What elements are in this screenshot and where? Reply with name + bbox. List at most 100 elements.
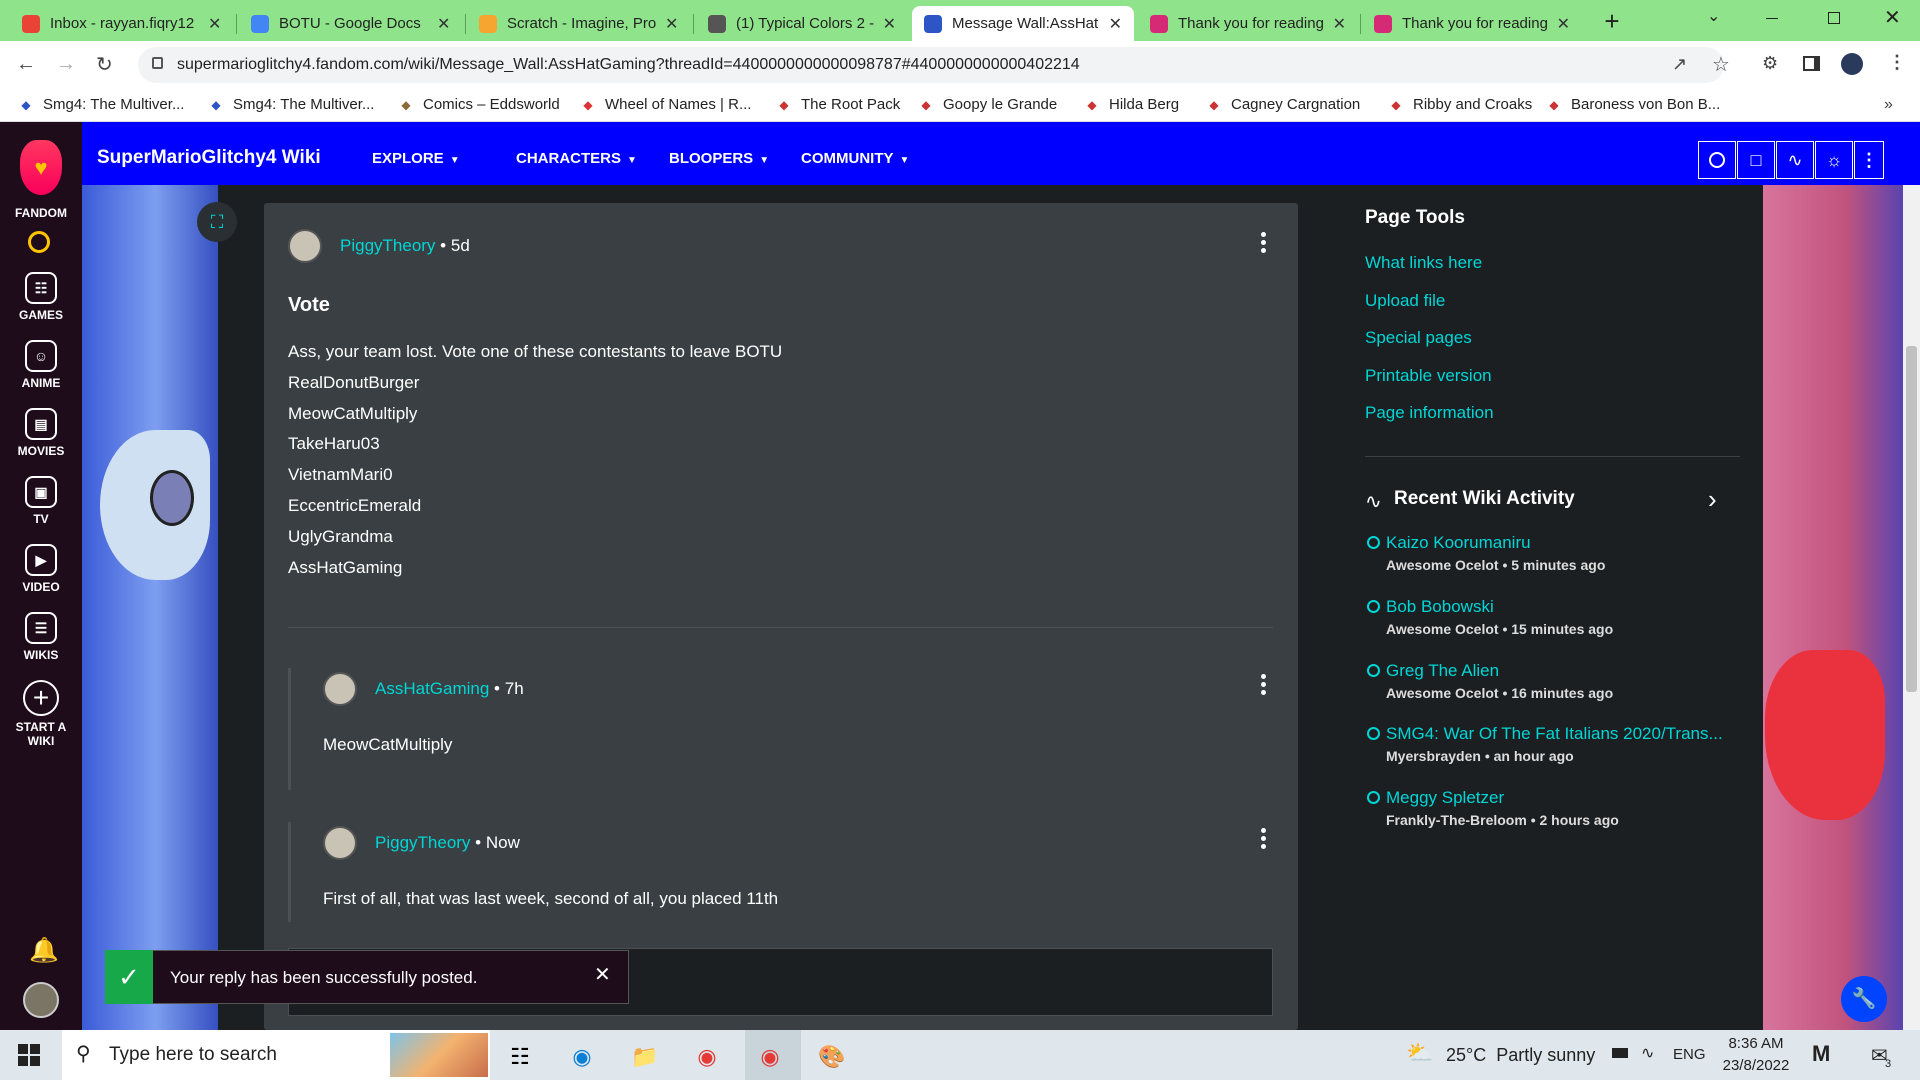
meet-now-icon[interactable]: M <box>1812 1041 1830 1067</box>
wiki-search-icon[interactable] <box>1698 141 1736 179</box>
rail-item-movies[interactable]: ▤ MOVIES <box>0 408 82 458</box>
expand-content-icon[interactable]: ⛶ <box>197 202 237 242</box>
close-window-button[interactable]: ✕ <box>1884 5 1901 30</box>
maximize-button[interactable] <box>1828 12 1840 24</box>
paint-icon[interactable]: 🎨 <box>815 1040 849 1074</box>
bookmark-star-icon[interactable]: ☆ <box>1712 52 1730 77</box>
file-explorer-icon[interactable]: 📁 <box>628 1040 662 1074</box>
fandom-logo-icon[interactable]: ♥ <box>20 140 62 195</box>
taskbar-search-placeholder[interactable]: Type here to search <box>109 1044 277 1066</box>
side-panel-icon[interactable] <box>1803 56 1820 71</box>
reply-author-link[interactable]: AssHatGaming <box>375 679 489 698</box>
task-view-icon[interactable]: ☷ <box>503 1040 537 1074</box>
start-wiki-label-line2[interactable]: WIKI <box>0 734 82 748</box>
reply-author-avatar[interactable] <box>323 672 357 706</box>
weather-text[interactable]: 25°C Partly sunny <box>1446 1045 1595 1066</box>
browser-tab[interactable]: (1) Typical Colors 2 - F ✕ <box>696 6 908 41</box>
scrollbar-thumb[interactable] <box>1906 346 1917 692</box>
page-tool-link[interactable]: Special pages <box>1365 328 1472 348</box>
profile-avatar[interactable] <box>1841 53 1863 75</box>
rail-item-video[interactable]: ▶ VIDEO <box>0 544 82 594</box>
clock-time[interactable]: 8:36 AM <box>1726 1035 1786 1052</box>
windows-start-icon[interactable] <box>18 1044 40 1066</box>
weather-icon[interactable]: ⛅ <box>1406 1040 1433 1066</box>
notifications-bell-icon[interactable]: 🔔 <box>29 936 59 965</box>
reload-icon[interactable]: ↻ <box>96 52 113 77</box>
url-text[interactable]: supermarioglitchy4.fandom.com/wiki/Messa… <box>177 56 1080 74</box>
wiki-more-icon[interactable]: ⋮ <box>1854 141 1884 179</box>
wiki-nav-community[interactable]: COMMUNITY ▼ <box>801 150 909 167</box>
page-tool-link[interactable]: Page information <box>1365 403 1494 423</box>
activity-page-link[interactable]: Greg The Alien <box>1365 661 1735 681</box>
wiki-name[interactable]: SuperMarioGlitchy4 Wiki <box>97 147 321 169</box>
page-tool-link[interactable]: Upload file <box>1365 291 1445 311</box>
tab-close-icon[interactable]: ✕ <box>1109 14 1122 34</box>
toast-close-icon[interactable]: ✕ <box>594 962 611 987</box>
bookmark-item[interactable]: ◆ The Root Pack <box>776 96 900 113</box>
bookmark-item[interactable]: ◆ Smg4: The Multiver... <box>208 96 374 113</box>
browser-tab[interactable]: Scratch - Imagine, Pro ✕ <box>467 6 691 41</box>
chrome-icon[interactable]: ◉ <box>690 1040 724 1074</box>
bookmark-item[interactable]: ◆ Cagney Cargnation <box>1206 96 1360 113</box>
start-wiki-label-line1[interactable]: START A <box>0 720 82 734</box>
page-tool-link[interactable]: What links here <box>1365 253 1482 273</box>
tab-close-icon[interactable]: ✕ <box>883 14 896 34</box>
tab-search-chevron-icon[interactable]: ⌄ <box>1707 6 1720 26</box>
bookmark-item[interactable]: ◆ Hilda Berg <box>1084 96 1179 113</box>
reply-author-link[interactable]: PiggyTheory <box>375 833 470 852</box>
browser-tab[interactable]: Message Wall:AssHat ✕ <box>912 6 1134 41</box>
tab-close-icon[interactable]: ✕ <box>665 14 678 34</box>
bookmark-item[interactable]: ◆ Wheel of Names | R... <box>580 96 751 113</box>
tab-close-icon[interactable]: ✕ <box>1557 14 1570 34</box>
theme-toggle-icon[interactable]: ☼ <box>1815 141 1853 179</box>
tab-close-icon[interactable]: ✕ <box>208 14 221 34</box>
reply-more-options-icon[interactable] <box>1260 828 1266 850</box>
activity-page-link[interactable]: Meggy Spletzer <box>1365 788 1735 808</box>
recent-activity-chevron-icon[interactable]: › <box>1708 484 1717 515</box>
back-icon[interactable]: ← <box>16 53 36 76</box>
thread-author[interactable]: PiggyTheory • 5d <box>340 236 470 256</box>
rail-search-icon[interactable] <box>28 231 50 253</box>
tab-close-icon[interactable]: ✕ <box>437 14 450 34</box>
reply-more-options-icon[interactable] <box>1260 674 1266 696</box>
activity-page-link[interactable]: Kaizo Koorumaniru <box>1365 533 1735 553</box>
more-bookmarks-icon[interactable]: » <box>1884 96 1893 114</box>
fandom-brand-label[interactable]: FANDOM <box>0 206 82 220</box>
browser-tab[interactable]: BOTU - Google Docs ✕ <box>239 6 463 41</box>
bookmark-item[interactable]: ◆ Smg4: The Multiver... <box>18 96 184 113</box>
browser-tab[interactable]: Thank you for reading ✕ <box>1138 6 1358 41</box>
taskbar-search-icon[interactable]: ⚲ <box>76 1041 91 1066</box>
lock-icon[interactable] <box>152 57 163 69</box>
browser-menu-icon[interactable]: ⋮ <box>1888 52 1906 73</box>
reply-author-avatar[interactable] <box>323 826 357 860</box>
admin-tools-button[interactable]: 🔧 <box>1841 976 1887 1022</box>
extensions-icon[interactable]: ⚙ <box>1762 53 1778 74</box>
discussions-icon[interactable]: □ <box>1737 141 1775 179</box>
user-avatar[interactable] <box>23 982 59 1018</box>
rail-item-tv[interactable]: ▣ TV <box>0 476 82 526</box>
recent-activity-title[interactable]: Recent Wiki Activity <box>1394 488 1575 510</box>
bookmark-item[interactable]: ◆ Comics – Eddsworld <box>398 96 559 113</box>
bookmark-item[interactable]: ◆ Baroness von Bon B... <box>1546 96 1720 113</box>
browser-tab[interactable]: Thank you for reading ✕ <box>1362 6 1582 41</box>
page-tool-link[interactable]: Printable version <box>1365 366 1492 386</box>
rail-item-games[interactable]: ☷ GAMES <box>0 272 82 322</box>
thread-author-avatar[interactable] <box>288 229 322 263</box>
activity-icon[interactable]: ∿ <box>1776 141 1814 179</box>
start-wiki-plus-icon[interactable]: + <box>23 680 59 716</box>
bookmark-item[interactable]: ◆ Ribby and Croaks <box>1388 96 1532 113</box>
wiki-nav-characters[interactable]: CHARACTERS ▼ <box>516 150 637 167</box>
minimize-button[interactable] <box>1766 18 1778 19</box>
wifi-icon[interactable]: ∿ <box>1641 1043 1654 1063</box>
clock-date[interactable]: 23/8/2022 <box>1716 1057 1796 1074</box>
share-icon[interactable]: ↗ <box>1672 54 1687 75</box>
wiki-nav-explore[interactable]: EXPLORE ▼ <box>372 150 460 167</box>
activity-page-link[interactable]: SMG4: War Of The Fat Italians 2020/Trans… <box>1365 724 1735 744</box>
browser-tab[interactable]: Inbox - rayyan.fiqry12 ✕ <box>10 6 234 41</box>
rail-item-wikis[interactable]: ☰ WIKIS <box>0 612 82 662</box>
forward-icon[interactable]: → <box>56 53 76 76</box>
tab-close-icon[interactable]: ✕ <box>1333 14 1346 34</box>
thread-more-options-icon[interactable] <box>1260 232 1266 254</box>
language-indicator[interactable]: ENG <box>1673 1046 1706 1063</box>
bookmark-item[interactable]: ◆ Goopy le Grande <box>918 96 1057 113</box>
